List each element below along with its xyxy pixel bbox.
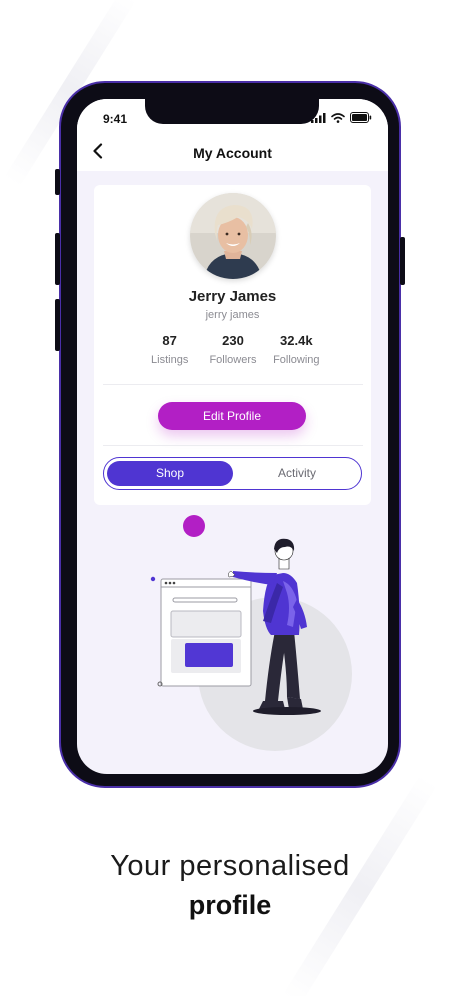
stat-followers[interactable]: 230 Followers <box>201 333 264 366</box>
phone-volume-down <box>55 299 60 351</box>
divider <box>103 445 363 446</box>
page-title: My Account <box>193 145 272 161</box>
profile-username: jerry james <box>205 309 260 321</box>
stat-following[interactable]: 32.4k Following <box>265 333 328 366</box>
wifi-icon <box>331 112 345 123</box>
app-screen: 9:41 My Account Jerry James jerry james … <box>77 99 388 774</box>
stat-label: Following <box>273 354 320 366</box>
avatar <box>190 193 276 279</box>
stat-value: 230 <box>222 333 244 348</box>
phone-power-button <box>400 237 405 285</box>
background-decoration <box>282 774 438 996</box>
tab-activity[interactable]: Activity <box>234 461 360 486</box>
profile-illustration <box>150 515 352 751</box>
profile-name: Jerry James <box>188 288 277 305</box>
stat-label: Listings <box>151 354 189 366</box>
stat-listings[interactable]: 87 Listings <box>138 333 201 366</box>
stat-value: 32.4k <box>280 333 313 348</box>
phone-mute-switch <box>55 169 60 195</box>
profile-card: Jerry James jerry james 87 Listings 230 … <box>94 185 371 505</box>
stat-label: Followers <box>209 354 257 366</box>
battery-icon <box>350 112 372 123</box>
avatar-image <box>190 193 276 279</box>
caption-line-2: profile <box>188 890 272 920</box>
phone-notch <box>145 99 319 124</box>
stat-value: 87 <box>162 333 177 348</box>
tab-shop[interactable]: Shop <box>107 461 233 486</box>
phone-volume-up <box>55 233 60 285</box>
status-icons <box>311 112 372 123</box>
shop-activity-tabs: Shop Activity <box>103 457 362 490</box>
edit-profile-button[interactable]: Edit Profile <box>158 402 306 430</box>
profile-stats: 87 Listings 230 Followers 32.4k Followin… <box>138 333 328 366</box>
caption-line-1: Your personalised <box>110 850 350 882</box>
divider <box>103 384 363 385</box>
status-time: 9:41 <box>103 112 128 126</box>
